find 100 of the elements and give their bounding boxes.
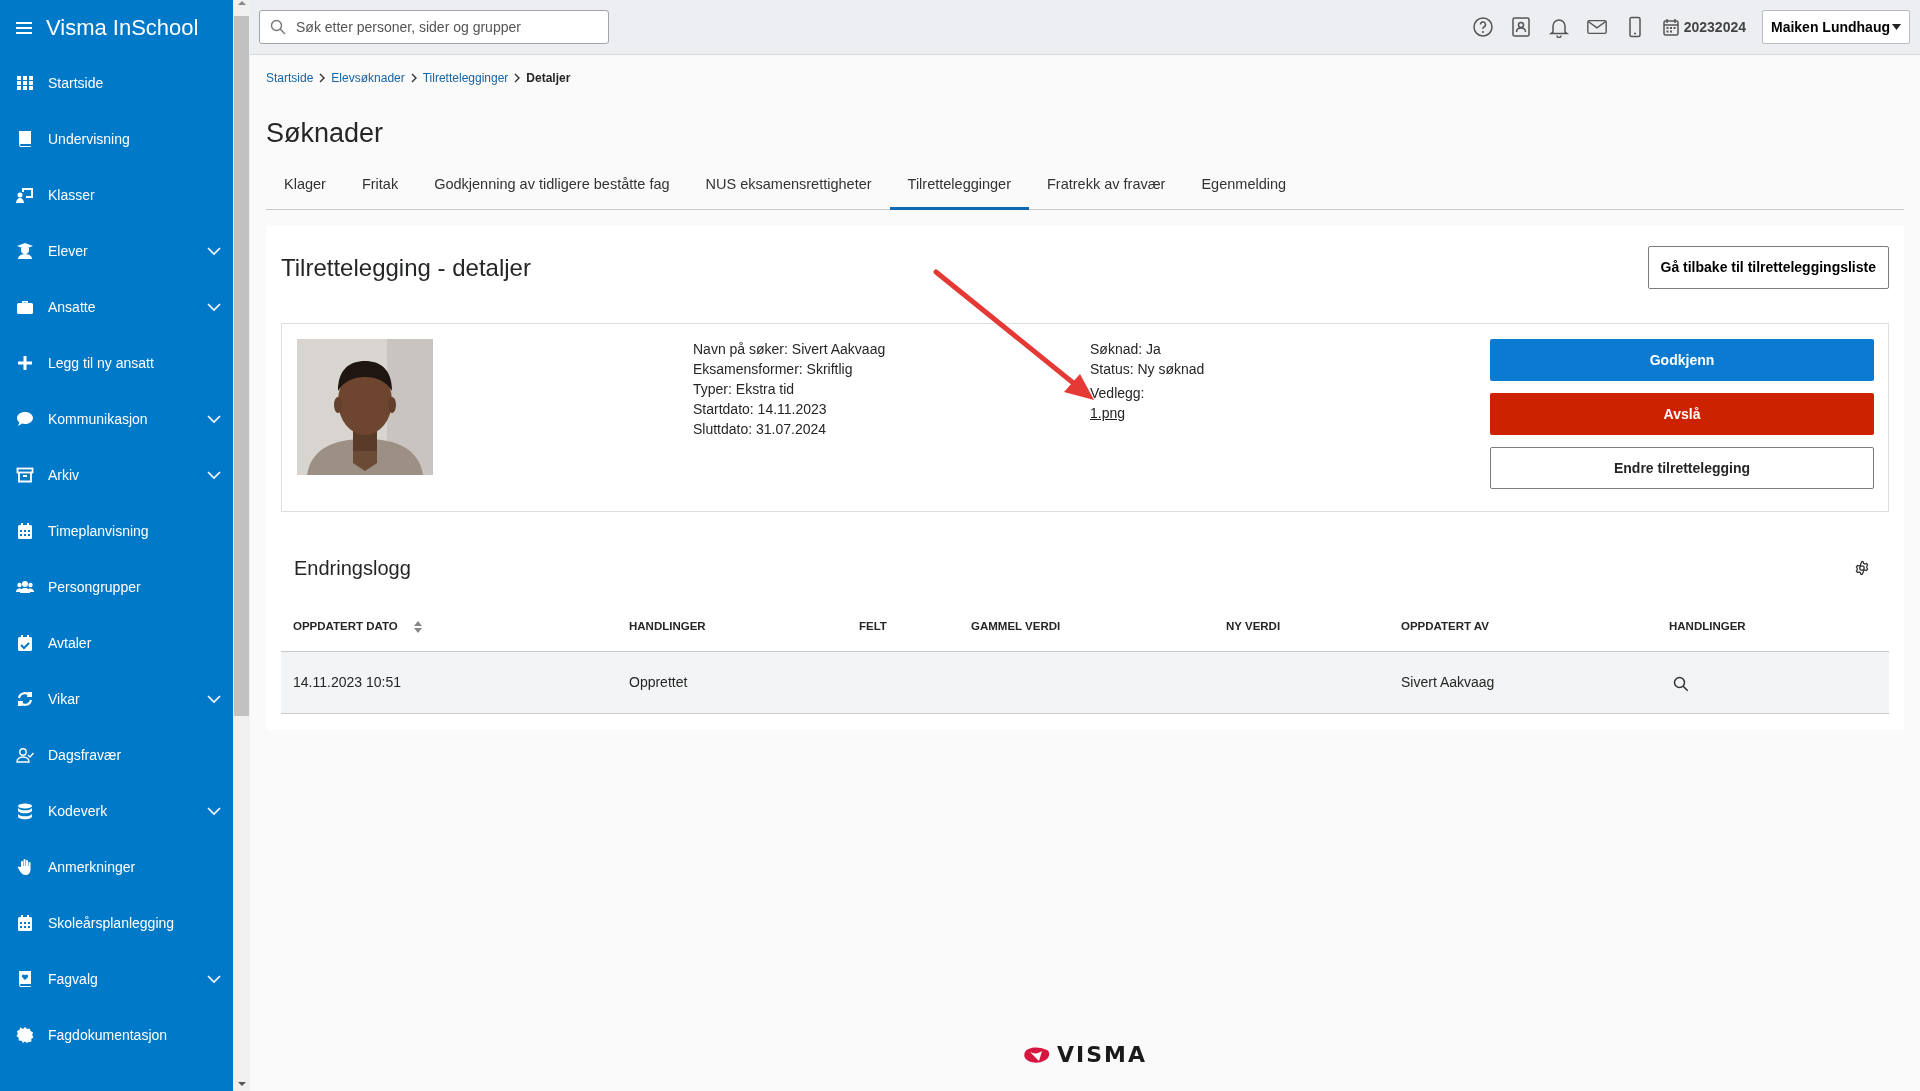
sidebar-item[interactable]: Ansatte: [0, 279, 233, 335]
school-year: 20232024: [1683, 17, 1746, 37]
presenter-icon: [16, 186, 34, 204]
speech-bubble-icon: [16, 410, 34, 428]
info-text: Status: Ny søknad: [1090, 360, 1206, 380]
people-icon: [16, 578, 34, 596]
info-text: Sluttdato: 31.07.2024: [693, 420, 828, 440]
chevron-right-icon: [410, 73, 417, 83]
chevron-down-icon: [207, 414, 221, 424]
contact-card-icon[interactable]: [1509, 16, 1532, 38]
column-header: HANDLINGER: [1669, 620, 1746, 633]
sync-icon: [16, 690, 34, 708]
sidebar-item[interactable]: Skoleårsplanlegging: [0, 895, 233, 951]
chevron-down-icon: [207, 694, 221, 704]
tab[interactable]: Klager: [266, 166, 344, 211]
book-icon: [16, 130, 34, 148]
column-header: HANDLINGER: [629, 620, 706, 633]
approve-button[interactable]: Godkjenn: [1490, 339, 1874, 382]
section-title: Tilrettelegging - detaljer: [281, 254, 531, 283]
logo-text: VISMA: [1057, 1041, 1147, 1069]
user-menu-button[interactable]: Maiken Lundhaug: [1762, 10, 1910, 44]
chevron-down-icon: [207, 806, 221, 816]
page-title: Søknader: [266, 117, 385, 150]
info-text: Typer: Ekstra tid: [693, 380, 796, 400]
scrollbar-thumb[interactable]: [234, 16, 249, 716]
swoosh-icon: [1023, 1045, 1051, 1064]
tab[interactable]: Fritak: [343, 166, 417, 211]
search-icon: [270, 19, 286, 35]
breadcrumb-link[interactable]: Elevsøknader: [331, 69, 405, 87]
column-header: FELT: [859, 620, 887, 633]
column-header: NY VERDI: [1226, 620, 1281, 633]
scroll-down-icon[interactable]: [237, 1081, 246, 1087]
column-header[interactable]: OPPDATERT DATO: [293, 618, 398, 636]
search-icon[interactable]: [1673, 675, 1689, 692]
tab[interactable]: Fratrekk av fravær: [1029, 166, 1184, 211]
column-header: OPPDATERT AV: [1401, 620, 1489, 633]
heart-book-icon: [16, 970, 34, 988]
sidebar-item[interactable]: Undervisning: [0, 111, 233, 167]
settings-icon[interactable]: [1854, 560, 1870, 577]
table-cell: Sivert Aakvaag: [1401, 674, 1495, 691]
hand-icon: [16, 858, 34, 876]
grid-icon: [16, 74, 34, 92]
calendar-icon: [16, 522, 34, 540]
chevron-down-icon: [207, 470, 221, 480]
sidebar-item[interactable]: Arkiv: [0, 447, 233, 503]
menu-icon[interactable]: [16, 20, 32, 35]
info-text: Startdato: 14.11.2023: [693, 400, 828, 420]
edit-button[interactable]: Endre tilrettelegging: [1490, 447, 1874, 490]
archive-box-icon: [16, 466, 34, 484]
table-cell: 14.11.2023 10:51: [293, 674, 401, 691]
chevron-down-icon: [207, 302, 221, 312]
sidebar-item[interactable]: Fagvalg: [0, 951, 233, 1007]
bell-icon[interactable]: [1547, 16, 1570, 38]
chevron-right-icon: [319, 73, 326, 83]
calendar-icon[interactable]: [1661, 18, 1680, 36]
app-title: Visma InSchool: [46, 14, 199, 42]
sidebar-item[interactable]: Elever: [0, 223, 233, 279]
tab[interactable]: NUS eksamensrettigheter: [687, 166, 890, 211]
chevron-right-icon: [514, 73, 521, 83]
calendar-check-icon: [16, 634, 34, 652]
sidebar-item[interactable]: Startside: [0, 55, 233, 111]
sidebar-item[interactable]: Klasser: [0, 167, 233, 223]
badge-icon: [16, 1026, 34, 1044]
breadcrumb-link[interactable]: Tilrettelegginger: [422, 69, 509, 87]
sidebar-item[interactable]: Vikar: [0, 671, 233, 727]
sort-icon[interactable]: [413, 620, 422, 633]
sidebar-item[interactable]: Kodeverk: [0, 783, 233, 839]
tab[interactable]: Egenmelding: [1183, 166, 1305, 211]
sidebar-item[interactable]: Dagsfravær: [0, 727, 233, 783]
help-icon[interactable]: [1471, 16, 1494, 38]
database-icon: [16, 802, 34, 820]
calendar-icon: [16, 914, 34, 932]
back-button[interactable]: Gå tilbake til tilretteleggingsliste: [1647, 246, 1889, 290]
attachment-label: Vedlegg:: [1090, 385, 1145, 402]
sidebar-item[interactable]: Anmerkninger: [0, 839, 233, 895]
column-header: GAMMEL VERDI: [971, 620, 1061, 633]
tab[interactable]: Godkjenning av tidligere beståtte fag: [416, 166, 688, 211]
plus-icon: [16, 354, 34, 372]
chevron-down-icon: [207, 974, 221, 984]
breadcrumb-current: Detaljer: [526, 70, 571, 87]
info-text: Eksamensformer: Skriftlig: [693, 360, 854, 380]
sidebar-item[interactable]: Kommunikasjon: [0, 391, 233, 447]
attachment-link[interactable]: 1.png: [1090, 405, 1126, 422]
chevron-down-icon: [207, 246, 221, 256]
sidebar-item[interactable]: Persongrupper: [0, 559, 233, 615]
info-text: Navn på søker: Sivert Aakvaag: [693, 340, 887, 360]
student-icon: [16, 242, 34, 260]
search-field[interactable]: Søk etter personer, sider og grupper: [259, 10, 609, 44]
sidebar-item[interactable]: Avtaler: [0, 615, 233, 671]
sidebar-item[interactable]: Legg til ny ansatt: [0, 335, 233, 391]
scroll-up-icon[interactable]: [237, 0, 246, 6]
sidebar-item[interactable]: Fagdokumentasjon: [0, 1007, 233, 1063]
reject-button[interactable]: Avslå: [1490, 393, 1874, 436]
sidebar-item[interactable]: Timeplanvisning: [0, 503, 233, 559]
person-check-icon: [16, 746, 34, 764]
section-title: Endringslogg: [294, 556, 411, 581]
info-text: Søknad: Ja: [1090, 340, 1162, 360]
caret-icon: [1892, 24, 1901, 30]
tab[interactable]: Tilrettelegginger: [889, 166, 1029, 211]
breadcrumb-link[interactable]: Startside: [266, 69, 314, 87]
